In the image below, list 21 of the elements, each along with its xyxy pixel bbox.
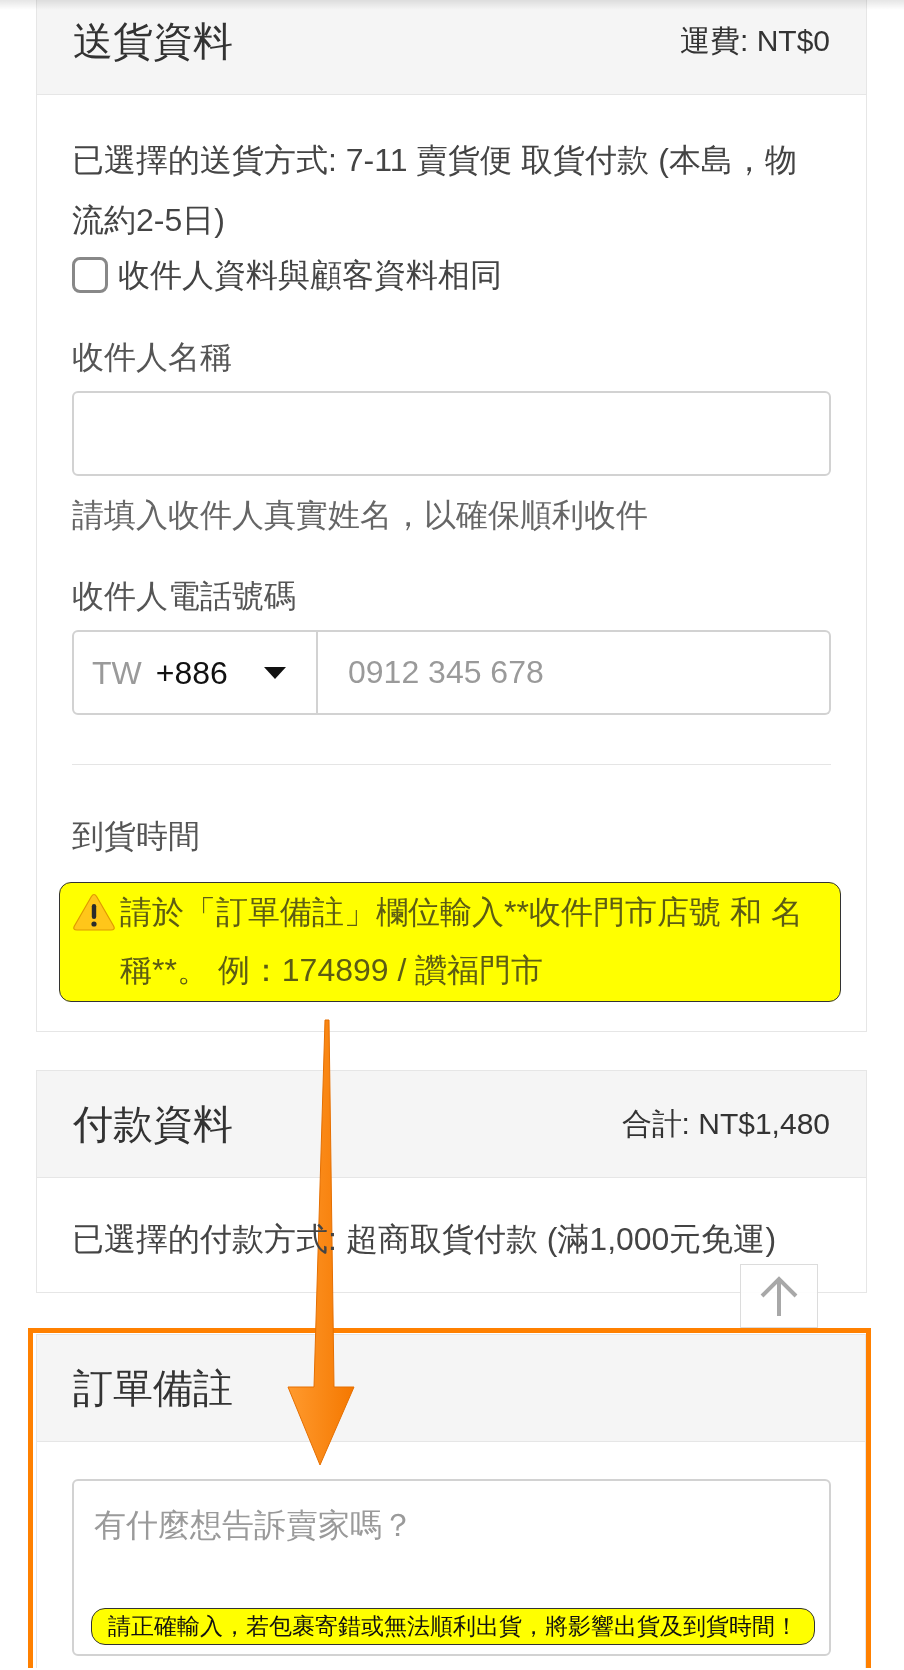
scroll-to-top-button[interactable] (740, 1264, 818, 1328)
field-label: 收件人名稱 (72, 338, 233, 377)
shipping-method-text: 已選擇的送貨方式: 7-11 賣貨便 取貨付款 (本島，物流約2-5日) (72, 141, 798, 240)
order-total: 合計: NT$1,480 (621, 1106, 830, 1142)
field-label: 到貨時間 (72, 817, 201, 856)
section-title: 付款資料 (73, 1101, 233, 1148)
field-label: 收件人電話號碼 (72, 577, 297, 616)
warning-note: 請正確輸入，若包裹寄錯或無法順利出貨，將影響出貨及到貨時間！ (91, 1608, 815, 1645)
country-code-select[interactable]: TW +886 (72, 630, 318, 715)
warning-text: 請於「訂單備註」欄位輸入**收件門市店號 和 名稱**。 例：174899 / 讚福門市 (120, 893, 804, 990)
checkbox[interactable] (72, 257, 108, 293)
phone-field[interactable]: 0912 345 678 (318, 630, 831, 715)
checkbox-label[interactable]: 收件人資料與顧客資料相同 (118, 250, 502, 300)
name-field[interactable] (72, 391, 831, 476)
caret-icon (264, 666, 286, 679)
shipping-fee: 運費: NT$0 (679, 23, 830, 59)
warning-icon (73, 893, 115, 931)
arrow-up-icon (760, 1276, 798, 1316)
section-title: 送貨資料 (73, 18, 233, 65)
helper-text: 請填入收件人真實姓名，以確保順利收件 (72, 496, 649, 535)
section-title: 訂單備註 (73, 1365, 233, 1412)
